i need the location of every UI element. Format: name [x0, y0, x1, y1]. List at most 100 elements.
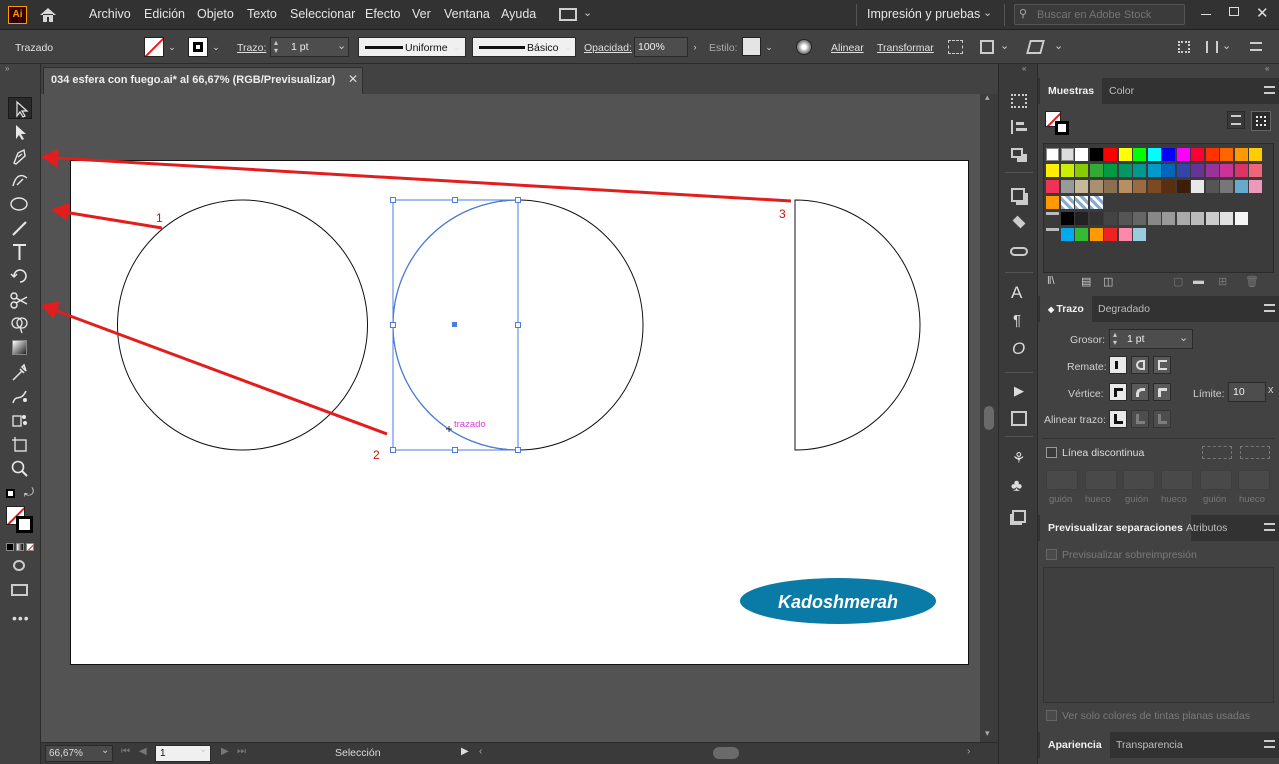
graphic-styles-panel-icon[interactable]	[1012, 510, 1026, 523]
type-tool[interactable]	[8, 241, 32, 263]
align-grid-icon[interactable]	[1178, 41, 1190, 53]
swap-colors-icon[interactable]: ⤾	[24, 485, 34, 500]
color-swatch[interactable]	[1089, 148, 1103, 161]
menu-archivo[interactable]: Archivo	[89, 7, 131, 21]
color-swatch[interactable]	[1234, 148, 1248, 161]
add-color-group-icon[interactable]: ▢	[1173, 275, 1183, 288]
gradient-tool[interactable]	[8, 337, 32, 359]
panel-menu-icon[interactable]	[1264, 304, 1275, 312]
last-artboard-icon[interactable]: ⏭	[237, 746, 246, 757]
draw-mode-icon[interactable]	[13, 560, 25, 571]
first-artboard-icon[interactable]: ⏮	[121, 746, 130, 757]
color-swatch[interactable]	[1104, 228, 1117, 241]
scissors-tool[interactable]	[8, 289, 32, 311]
paintbrush-tool[interactable]	[8, 217, 32, 239]
color-swatch[interactable]	[1147, 164, 1161, 177]
transform-panel-icon[interactable]	[1011, 94, 1027, 108]
menu-objeto[interactable]: Objeto	[197, 7, 234, 21]
pattern-swatch[interactable]	[1060, 196, 1074, 209]
color-swatch[interactable]	[1089, 164, 1103, 177]
tab-trazo[interactable]: ◆ Trazo	[1040, 296, 1092, 322]
color-swatch[interactable]	[1234, 164, 1248, 177]
list-view-button[interactable]	[1227, 111, 1245, 129]
tab-degradado[interactable]: Degradado	[1090, 296, 1158, 322]
stroke-color-black[interactable]	[16, 516, 33, 533]
puppet-warp-icon[interactable]	[1026, 40, 1045, 54]
panel-menu-icon[interactable]	[1264, 523, 1275, 531]
menu-ventana[interactable]: Ventana	[444, 7, 490, 21]
dash-preserve-icon[interactable]	[1202, 446, 1232, 459]
color-swatch[interactable]	[1046, 180, 1059, 193]
color-swatch[interactable]	[1220, 212, 1233, 225]
chevron-down-icon[interactable]: ⌄	[1054, 39, 1063, 52]
color-swatch[interactable]	[1220, 164, 1233, 177]
color-swatch[interactable]	[1176, 180, 1190, 193]
eyedropper-tool[interactable]	[8, 361, 32, 383]
chevron-down-icon[interactable]: ⌄	[1000, 39, 1009, 52]
workspace-switcher[interactable]: Impresión y pruebas	[867, 7, 980, 21]
overprint-checkbox[interactable]	[1046, 549, 1057, 560]
tab-color[interactable]: Color	[1101, 78, 1142, 104]
stepper-icon[interactable]: ▴ ▾	[274, 39, 278, 55]
blend-tool[interactable]	[8, 385, 32, 407]
symbols-panel-icon[interactable]: ♣	[1011, 476, 1022, 496]
color-swatch[interactable]	[1176, 212, 1190, 225]
color-swatch[interactable]	[1147, 148, 1161, 161]
color-swatch[interactable]	[1104, 148, 1117, 161]
paragraph-panel-icon[interactable]: ¶	[1013, 312, 1021, 329]
close-tab-icon[interactable]: ✕	[348, 72, 358, 86]
pen-tool[interactable]	[8, 145, 32, 167]
none-mode-icon[interactable]	[26, 543, 34, 551]
actions-panel-icon[interactable]: ▶	[1014, 383, 1024, 399]
artboard[interactable]	[70, 160, 969, 665]
default-colors-icon[interactable]	[6, 489, 15, 498]
screen-mode-icon[interactable]	[11, 584, 28, 596]
character-panel-icon[interactable]: A	[1011, 283, 1022, 303]
color-swatch[interactable]	[1104, 180, 1117, 193]
color-swatch[interactable]	[1075, 212, 1088, 225]
opentype-panel-icon[interactable]: O	[1012, 339, 1025, 359]
swatch-kinds-icon[interactable]: ▤	[1081, 275, 1091, 288]
swatch-stroke[interactable]	[1055, 121, 1069, 135]
color-swatch[interactable]	[1205, 148, 1219, 161]
align-panel-icon[interactable]	[1011, 120, 1027, 134]
color-swatch[interactable]	[1249, 180, 1262, 193]
pathfinder-panel-icon[interactable]	[1011, 148, 1023, 158]
transform-each-icon[interactable]	[980, 40, 994, 54]
vertical-scroll-thumb[interactable]	[984, 406, 994, 430]
scroll-right-icon[interactable]: ›	[967, 746, 970, 757]
opacity-label[interactable]: Opacidad:	[584, 42, 632, 54]
panel-menu-icon[interactable]	[1250, 42, 1262, 51]
vertical-scrollbar[interactable]: ▴ ▾	[980, 92, 998, 742]
menu-efecto[interactable]: Efecto	[365, 7, 400, 21]
opacity-field[interactable]: 100%	[634, 37, 688, 57]
color-swatch[interactable]	[1162, 180, 1175, 193]
color-swatch[interactable]	[1046, 164, 1059, 177]
artboards-panel-icon[interactable]	[1011, 188, 1025, 202]
color-swatch[interactable]	[1205, 180, 1219, 193]
grid-view-button[interactable]	[1251, 111, 1271, 131]
gap-field-3[interactable]	[1238, 470, 1270, 490]
color-swatch[interactable]	[1089, 228, 1103, 241]
fill-none-swatch[interactable]	[144, 37, 164, 57]
curvature-tool[interactable]	[8, 169, 32, 191]
color-swatch[interactable]	[1133, 180, 1146, 193]
tab-muestras[interactable]: Muestras	[1040, 78, 1103, 104]
align-stroke-inside-button[interactable]	[1131, 410, 1149, 428]
color-swatch[interactable]	[1191, 164, 1204, 177]
butt-cap-button[interactable]	[1109, 356, 1127, 374]
swatch-options-icon[interactable]: ◫	[1103, 275, 1113, 288]
color-swatch[interactable]	[1089, 212, 1103, 225]
document-tab[interactable]: 034 esfera con fuego.ai* al 66,67% (RGB/…	[43, 67, 363, 94]
color-swatch[interactable]	[1060, 164, 1074, 177]
chevron-down-icon[interactable]: ⌄	[451, 37, 463, 57]
color-swatch[interactable]	[1147, 180, 1161, 193]
distribute-icon[interactable]	[1206, 41, 1218, 53]
brushes-panel-icon[interactable]: ⚘	[1012, 449, 1025, 467]
variable-width-profile[interactable]: Uniforme	[358, 37, 466, 57]
collapse-arrows-icon[interactable]: «	[1265, 64, 1269, 73]
color-swatch[interactable]	[1060, 180, 1074, 193]
align-link[interactable]: Alinear	[831, 42, 864, 54]
chevron-down-icon[interactable]: ⌄	[562, 37, 574, 57]
chevron-down-icon[interactable]: ⌄	[1179, 331, 1188, 344]
